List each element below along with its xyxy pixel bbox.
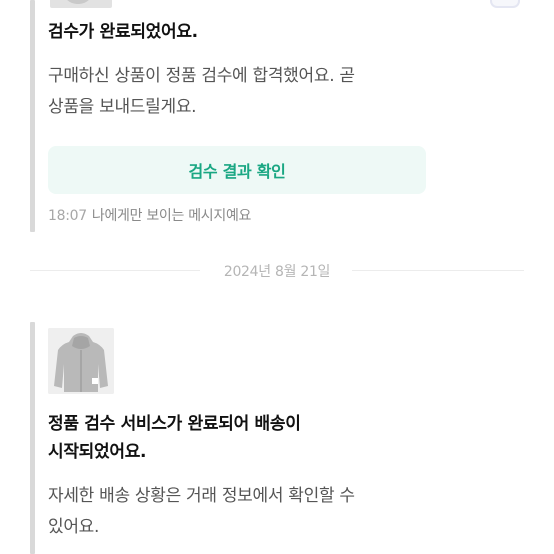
divider: [352, 270, 524, 271]
message-meta: 18:07 나에게만 보이는 메시지예요: [48, 205, 251, 225]
message-body-line-1: 자세한 배송 상황은 거래 정보에서 확인할 수: [48, 486, 355, 506]
message-title: 검수가 완료되었어요.: [48, 22, 198, 42]
message-body-line-2: 상품을 보내드릴게요.: [48, 97, 197, 117]
view-inspection-result-button[interactable]: 검수 결과 확인: [48, 146, 426, 194]
product-thumbnail[interactable]: [48, 328, 114, 394]
message-body-line-1: 구매하신 상품이 정품 검수에 합격했어요. 곧: [48, 66, 355, 86]
date-label: 2024년 8월 21일: [223, 264, 331, 280]
inspection-complete-message: 검수가 완료되었어요. 구매하신 상품이 정품 검수에 합격했어요. 곧 상품을…: [30, 0, 530, 232]
message-quote-bar: [30, 0, 35, 232]
message-body-line-2: 있어요.: [48, 517, 100, 537]
message-time: 18:07: [48, 208, 87, 224]
hoodie-icon: [48, 328, 114, 394]
message-title-line-1: 정품 검수 서비스가 완료되어 배송이: [48, 414, 301, 434]
message-title-line-2: 시작되었어요.: [48, 442, 147, 462]
shipping-started-message: 정품 검수 서비스가 완료되어 배송이 시작되었어요. 자세한 배송 상황은 거…: [30, 322, 530, 554]
date-separator: 2024년 8월 21일: [30, 259, 524, 283]
message-quote-bar: [30, 322, 35, 554]
chat-screen: 검수가 완료되었어요. 구매하신 상품이 정품 검수에 합격했어요. 곧 상품을…: [0, 0, 554, 554]
private-message-note: 나에게만 보이는 메시지예요: [91, 208, 252, 224]
